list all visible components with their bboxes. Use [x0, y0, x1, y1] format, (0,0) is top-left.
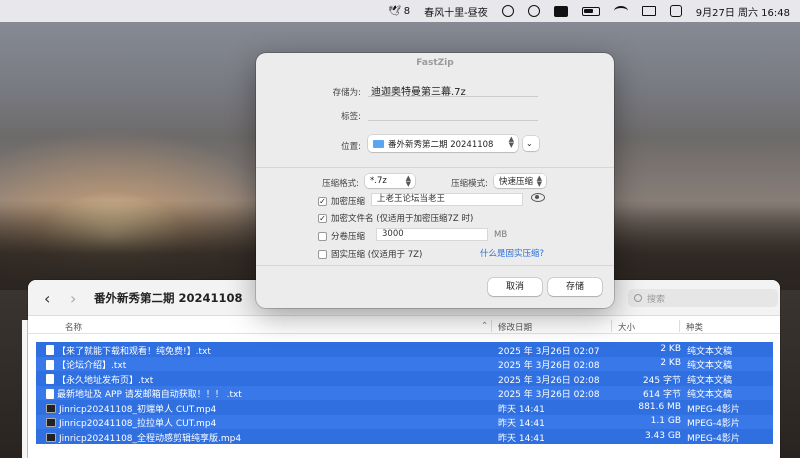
table-row[interactable]: 最新地址及 APP 请发邮箱自动获取！！！ .txt 2025 年 3月26日 …: [36, 385, 773, 400]
solid-help-link[interactable]: 什么是固实压缩?: [480, 247, 544, 259]
chevron-down-icon: ⌄: [526, 139, 533, 148]
solid-checkbox[interactable]: 固实压缩 (仅适用于 7Z): [318, 248, 422, 260]
eye-icon[interactable]: [531, 193, 545, 202]
video-file-icon: [46, 403, 56, 413]
video-file-icon: [46, 418, 56, 427]
search-placeholder: 搜索: [647, 294, 666, 305]
back-icon[interactable]: ‹: [44, 289, 50, 308]
clock[interactable]: 9月27日 周六 16:48: [696, 4, 790, 19]
finder-title: 番外新秀第二期 20241108: [94, 291, 243, 305]
encrypt-names-checkbox[interactable]: ✓ 加密文件名 (仅适用于加密压缩7Z 时): [318, 212, 473, 224]
divider: [256, 265, 614, 266]
location-label: 位置:: [341, 142, 361, 152]
cancel-button[interactable]: 取消: [488, 278, 542, 296]
divider: [256, 167, 614, 168]
globe-icon[interactable]: [501, 5, 514, 17]
tags-label: 标签:: [341, 112, 361, 122]
play-icon[interactable]: [527, 5, 540, 17]
text-file-icon: [46, 388, 54, 399]
column-size[interactable]: 大小: [618, 321, 635, 333]
bird-menu-extra[interactable]: 🕊 8: [388, 6, 410, 17]
table-row[interactable]: Jinricp20241108_全程动感剪辑纯享版.mp4 昨天 14:41 3…: [36, 429, 773, 444]
table-row[interactable]: 【来了就能下载和观看！纯免费!】.txt 2025 年 3月26日 02:07 …: [36, 342, 773, 357]
save-as-field[interactable]: 迪迦奥特曼第三幕.7z: [368, 83, 538, 98]
text-file-icon: [46, 345, 54, 355]
save-button[interactable]: 存储: [548, 278, 602, 296]
location-popup[interactable]: 番外新秀第二期 20241108 ▲ ▼: [368, 135, 518, 152]
checkbox-unchecked: [318, 231, 327, 241]
menu-bar: 🕊 8 春风十里-昼夜 9月27日 周六 16:48: [0, 0, 800, 22]
column-kind[interactable]: 种类: [686, 321, 703, 333]
split-unit: MB: [494, 230, 508, 240]
table-row[interactable]: 【永久地址发布页】.txt 2025 年 3月26日 02:08 245 字节 …: [36, 371, 773, 386]
checkbox-unchecked: [318, 249, 327, 259]
control-center-icon[interactable]: [669, 5, 682, 17]
bird-icon: 🕊: [388, 5, 401, 17]
dialog-title: FastZip: [416, 58, 454, 68]
file-list: 【来了就能下载和观看！纯免费!】.txt 2025 年 3月26日 02:07 …: [36, 342, 773, 444]
search-icon: [634, 294, 642, 302]
fastzip-save-dialog: FastZip 存储为: 迪迦奥特曼第三幕.7z 标签: 位置: 番外新秀第二期…: [256, 53, 614, 308]
sort-chevron-icon[interactable]: ⌃: [481, 321, 488, 331]
column-name[interactable]: 名称: [65, 321, 82, 333]
table-row[interactable]: Jinricp20241108_拉拉单人 CUT.mp4 昨天 14:41 1.…: [36, 414, 773, 429]
app-badge: 8: [403, 5, 411, 17]
battery-icon[interactable]: [581, 6, 600, 16]
table-row[interactable]: 【论坛介绍】.txt 2025 年 3月26日 02:08 2 KB 纯文本文稿: [36, 356, 773, 371]
column-header: 名称 ⌃ 修改日期 大小 种类: [28, 318, 780, 334]
expand-button[interactable]: ⌄: [523, 136, 539, 151]
save-as-label: 存储为:: [332, 88, 361, 98]
up-down-chevron-icon: ▲ ▼: [405, 174, 411, 188]
up-down-chevron-icon: ▲ ▼: [536, 174, 542, 188]
now-playing[interactable]: 春风十里-昼夜: [424, 4, 488, 19]
forward-icon[interactable]: ›: [70, 289, 76, 308]
text-file-icon: [46, 359, 54, 370]
up-down-chevron-icon: ▲ ▼: [508, 135, 514, 149]
split-size-field[interactable]: 3000: [376, 228, 488, 241]
video-file-icon: [46, 432, 56, 442]
mode-label: 压缩模式:: [451, 179, 488, 189]
mode-popup[interactable]: 快速压缩 ▲ ▼: [494, 174, 546, 188]
wifi-icon[interactable]: [613, 6, 628, 16]
screen-mirror-icon[interactable]: [641, 6, 656, 16]
format-popup[interactable]: *.7z ▲ ▼: [365, 174, 415, 188]
tags-field[interactable]: [368, 107, 538, 121]
encrypt-checkbox[interactable]: ✓ 加密压缩: [318, 195, 365, 207]
column-modified[interactable]: 修改日期: [498, 321, 532, 333]
format-label: 压缩格式:: [322, 179, 359, 189]
password-field[interactable]: 上老王论坛当老王: [371, 193, 523, 206]
folder-icon: [373, 139, 384, 148]
search-field[interactable]: 搜索: [628, 289, 778, 307]
checkbox-checked: ✓: [318, 196, 327, 206]
table-row[interactable]: Jinricp20241108_初端单人 CUT.mp4 昨天 14:41 88…: [36, 400, 773, 415]
input-method-icon[interactable]: [553, 5, 568, 17]
split-checkbox[interactable]: 分卷压缩: [318, 230, 365, 242]
text-file-icon: [46, 374, 54, 384]
checkbox-checked: ✓: [318, 213, 327, 223]
